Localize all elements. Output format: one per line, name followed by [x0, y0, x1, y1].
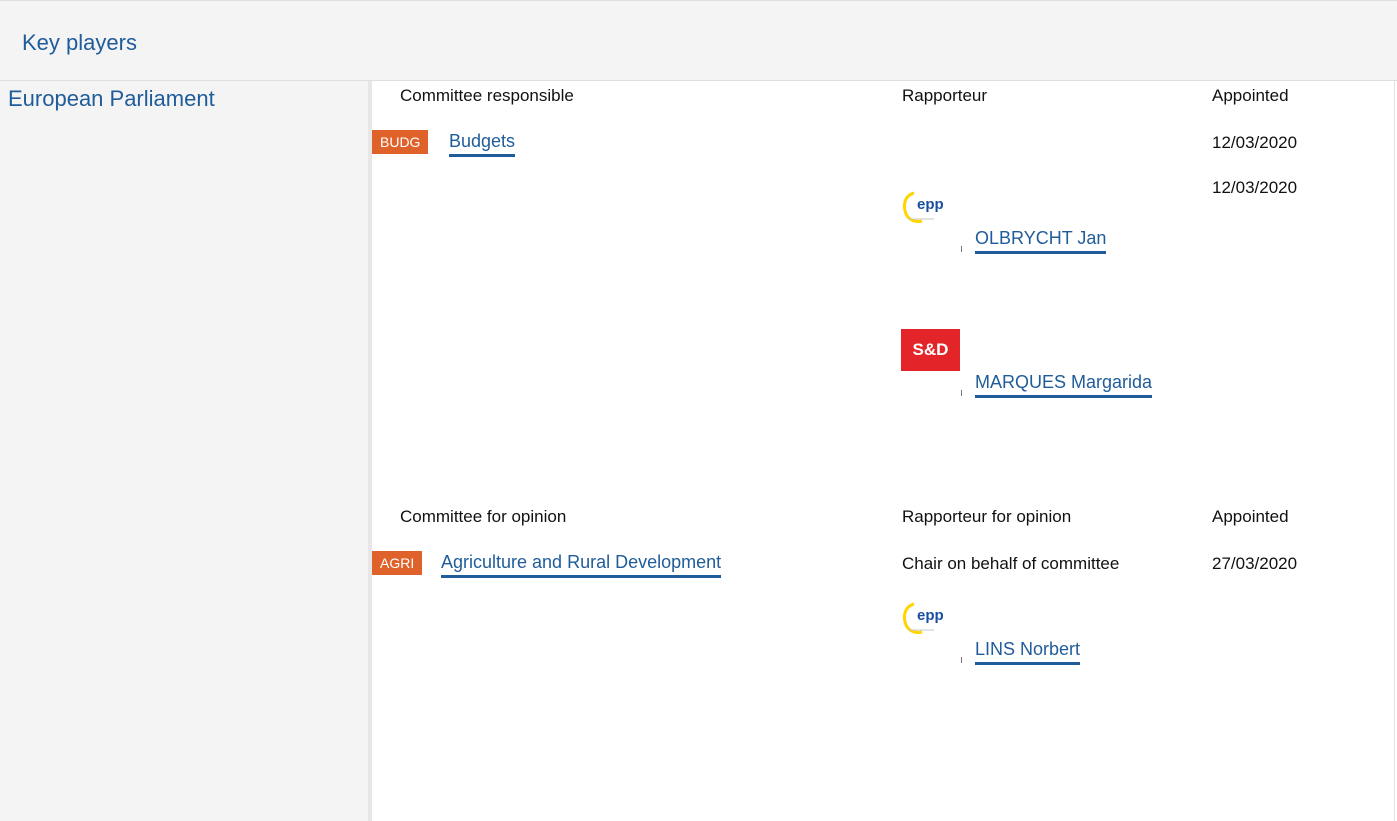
appointed-heading: Appointed	[1212, 507, 1289, 526]
committee-link-agri[interactable]: Agriculture and Rural Development	[441, 551, 722, 578]
rapporteur-link-marques[interactable]: MARQUES Margarida	[975, 371, 1153, 398]
appointed-date: 12/03/2020	[1212, 178, 1298, 197]
svg-text:epp: epp	[917, 196, 944, 213]
chair-note: Chair on behalf of committee	[902, 554, 1120, 573]
committee-link-budgets[interactable]: Budgets	[449, 130, 516, 157]
section-header: Key players	[0, 0, 1397, 81]
section-title: Key players	[22, 30, 137, 55]
committee-code-badge: BUDG	[372, 130, 429, 154]
rapporteur-link-lins[interactable]: LINS Norbert	[975, 638, 1081, 665]
column-divider	[368, 81, 372, 821]
appointed-date: 27/03/2020	[1212, 554, 1298, 573]
svg-text:epp: epp	[917, 607, 944, 624]
epp-group-logo: epp	[902, 602, 944, 634]
list-marker	[961, 390, 962, 396]
appointed-heading: Appointed	[1212, 86, 1289, 105]
committee-code-badge: AGRI	[372, 551, 423, 575]
epp-group-logo: epp	[902, 191, 944, 223]
institution-column	[0, 81, 368, 821]
list-marker	[961, 246, 962, 252]
institution-name: European Parliament	[8, 86, 215, 111]
sd-group-logo: S&D	[901, 329, 960, 371]
committee-opinion-heading: Committee for opinion	[400, 507, 567, 526]
rapporteur-opinion-heading: Rapporteur for opinion	[902, 507, 1072, 526]
list-marker	[961, 657, 962, 663]
committee-responsible-heading: Committee responsible	[400, 86, 574, 105]
appointed-date: 12/03/2020	[1212, 133, 1298, 152]
rapporteur-heading: Rapporteur	[902, 86, 988, 105]
rapporteur-link-olbrycht[interactable]: OLBRYCHT Jan	[975, 227, 1107, 254]
